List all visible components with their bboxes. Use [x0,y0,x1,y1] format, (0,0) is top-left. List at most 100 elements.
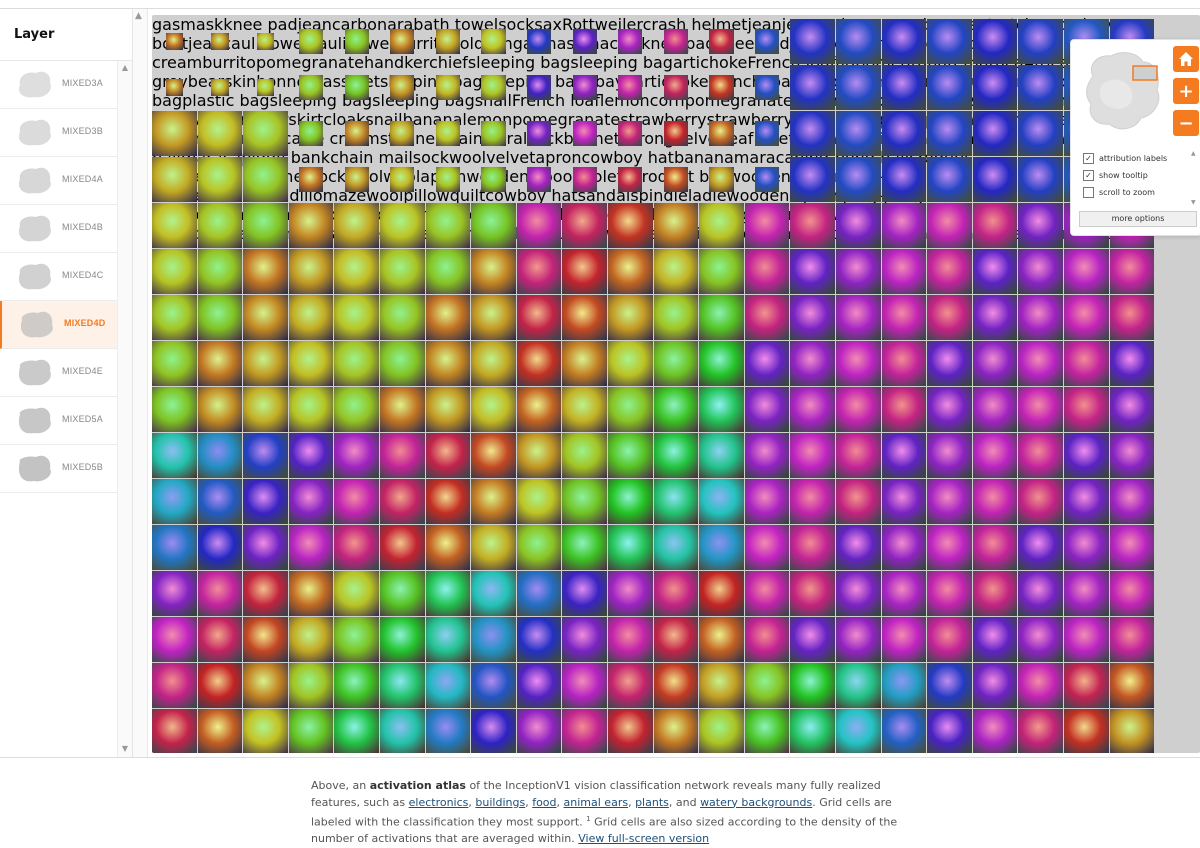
scroll-up-icon[interactable]: ▲ [1191,150,1196,157]
atlas-cell[interactable] [881,19,927,64]
atlas-cell[interactable] [197,387,243,432]
atlas-cell[interactable] [608,571,653,616]
atlas-cell[interactable] [608,525,653,570]
atlas-cell[interactable] [344,167,369,192]
atlas-cell[interactable] [288,663,334,708]
atlas-cell[interactable] [744,387,790,432]
atlas-cell[interactable] [299,29,324,54]
atlas-cell[interactable] [744,709,790,753]
more-options-button[interactable]: more options [1079,211,1197,227]
atlas-cell[interactable] [790,341,835,386]
atlas-cell[interactable] [516,479,562,524]
atlas-cell[interactable] [481,121,506,146]
atlas-cell[interactable] [972,709,1018,753]
atlas-cell[interactable] [881,709,927,753]
atlas-cell[interactable] [972,663,1018,708]
atlas-cell[interactable] [653,479,699,524]
atlas-cell[interactable] [653,571,699,616]
atlas-cell[interactable] [927,65,972,110]
checkbox-icon[interactable]: ✓ [1083,153,1094,164]
atlas-cell[interactable] [1018,19,1063,64]
atlas-cell[interactable] [836,387,881,432]
atlas-cell[interactable] [334,387,379,432]
atlas-cell[interactable] [197,157,243,202]
atlas-cell[interactable] [471,295,516,340]
atlas-cell[interactable] [471,617,516,662]
atlas-cell[interactable] [516,571,562,616]
link-animal-ears[interactable]: animal ears [564,796,629,809]
atlas-cell[interactable] [1109,433,1155,478]
atlas-cell[interactable] [618,121,643,146]
atlas-cell[interactable] [881,663,927,708]
atlas-cell[interactable] [790,19,835,64]
atlas-cell[interactable] [516,709,562,753]
atlas-cell[interactable] [972,249,1018,294]
atlas-cell[interactable] [334,617,379,662]
atlas-cell[interactable] [927,571,972,616]
atlas-cell[interactable] [435,75,460,100]
atlas-cell[interactable] [972,19,1018,64]
atlas-cell[interactable] [608,663,653,708]
atlas-cell[interactable] [1064,617,1109,662]
atlas-cell[interactable] [1064,341,1109,386]
atlas-cell[interactable] [744,525,790,570]
atlas-cell[interactable] [390,75,415,100]
atlas-cell[interactable] [927,19,972,64]
atlas-cell[interactable] [927,111,972,156]
atlas-cell[interactable] [243,387,288,432]
atlas-cell[interactable] [562,249,607,294]
atlas-cell[interactable] [516,249,562,294]
atlas-cell[interactable] [197,479,243,524]
atlas-cell[interactable] [288,203,334,248]
atlas-cell[interactable] [699,571,744,616]
atlas-cell[interactable] [390,167,415,192]
atlas-cell[interactable] [790,709,835,753]
atlas-cell[interactable] [425,249,471,294]
atlas-cell[interactable] [471,709,516,753]
atlas-cell[interactable] [1064,295,1109,340]
atlas-cell[interactable] [425,709,471,753]
atlas-cell[interactable] [881,249,927,294]
atlas-cell[interactable] [699,663,744,708]
atlas-cell[interactable] [481,75,506,100]
atlas-cell[interactable] [344,75,369,100]
atlas-cell[interactable] [256,78,275,97]
atlas-cell[interactable] [608,617,653,662]
layer-item-mixed5b[interactable]: MIXED5B [0,445,117,493]
atlas-cell[interactable] [1018,709,1063,753]
atlas-cell[interactable] [663,167,688,192]
atlas-cell[interactable] [972,571,1018,616]
atlas-cell[interactable] [744,617,790,662]
atlas-cell[interactable] [562,479,607,524]
atlas-cell[interactable] [334,203,379,248]
atlas-cell[interactable] [243,617,288,662]
atlas-cell[interactable] [972,617,1018,662]
checkbox-icon[interactable]: ✓ [1083,170,1094,181]
scroll-up-icon[interactable]: ▲ [135,11,142,21]
atlas-cell[interactable] [425,387,471,432]
atlas-cell[interactable] [699,295,744,340]
checkbox-icon[interactable] [1083,187,1094,198]
atlas-cell[interactable] [471,525,516,570]
atlas-cell[interactable] [425,525,471,570]
atlas-cell[interactable] [562,525,607,570]
atlas-cell[interactable] [334,525,379,570]
atlas-cell[interactable] [608,479,653,524]
atlas-cell[interactable] [1018,571,1063,616]
atlas-cell[interactable] [243,571,288,616]
atlas-cell[interactable] [152,571,197,616]
atlas-cell[interactable] [709,121,734,146]
atlas-cell[interactable] [299,167,324,192]
option-show-tooltip[interactable]: ✓ show tooltip [1083,167,1183,184]
atlas-cell[interactable] [197,525,243,570]
atlas-cell[interactable] [1018,663,1063,708]
minimap-viewport-marker[interactable] [1132,65,1158,81]
atlas-cell[interactable] [516,433,562,478]
atlas-cell[interactable] [516,525,562,570]
option-scroll-to-zoom[interactable]: scroll to zoom [1083,184,1183,201]
atlas-cell[interactable] [152,295,197,340]
atlas-cell[interactable] [699,249,744,294]
atlas-cell[interactable] [927,617,972,662]
atlas-cell[interactable] [243,525,288,570]
atlas-cell[interactable] [927,295,972,340]
